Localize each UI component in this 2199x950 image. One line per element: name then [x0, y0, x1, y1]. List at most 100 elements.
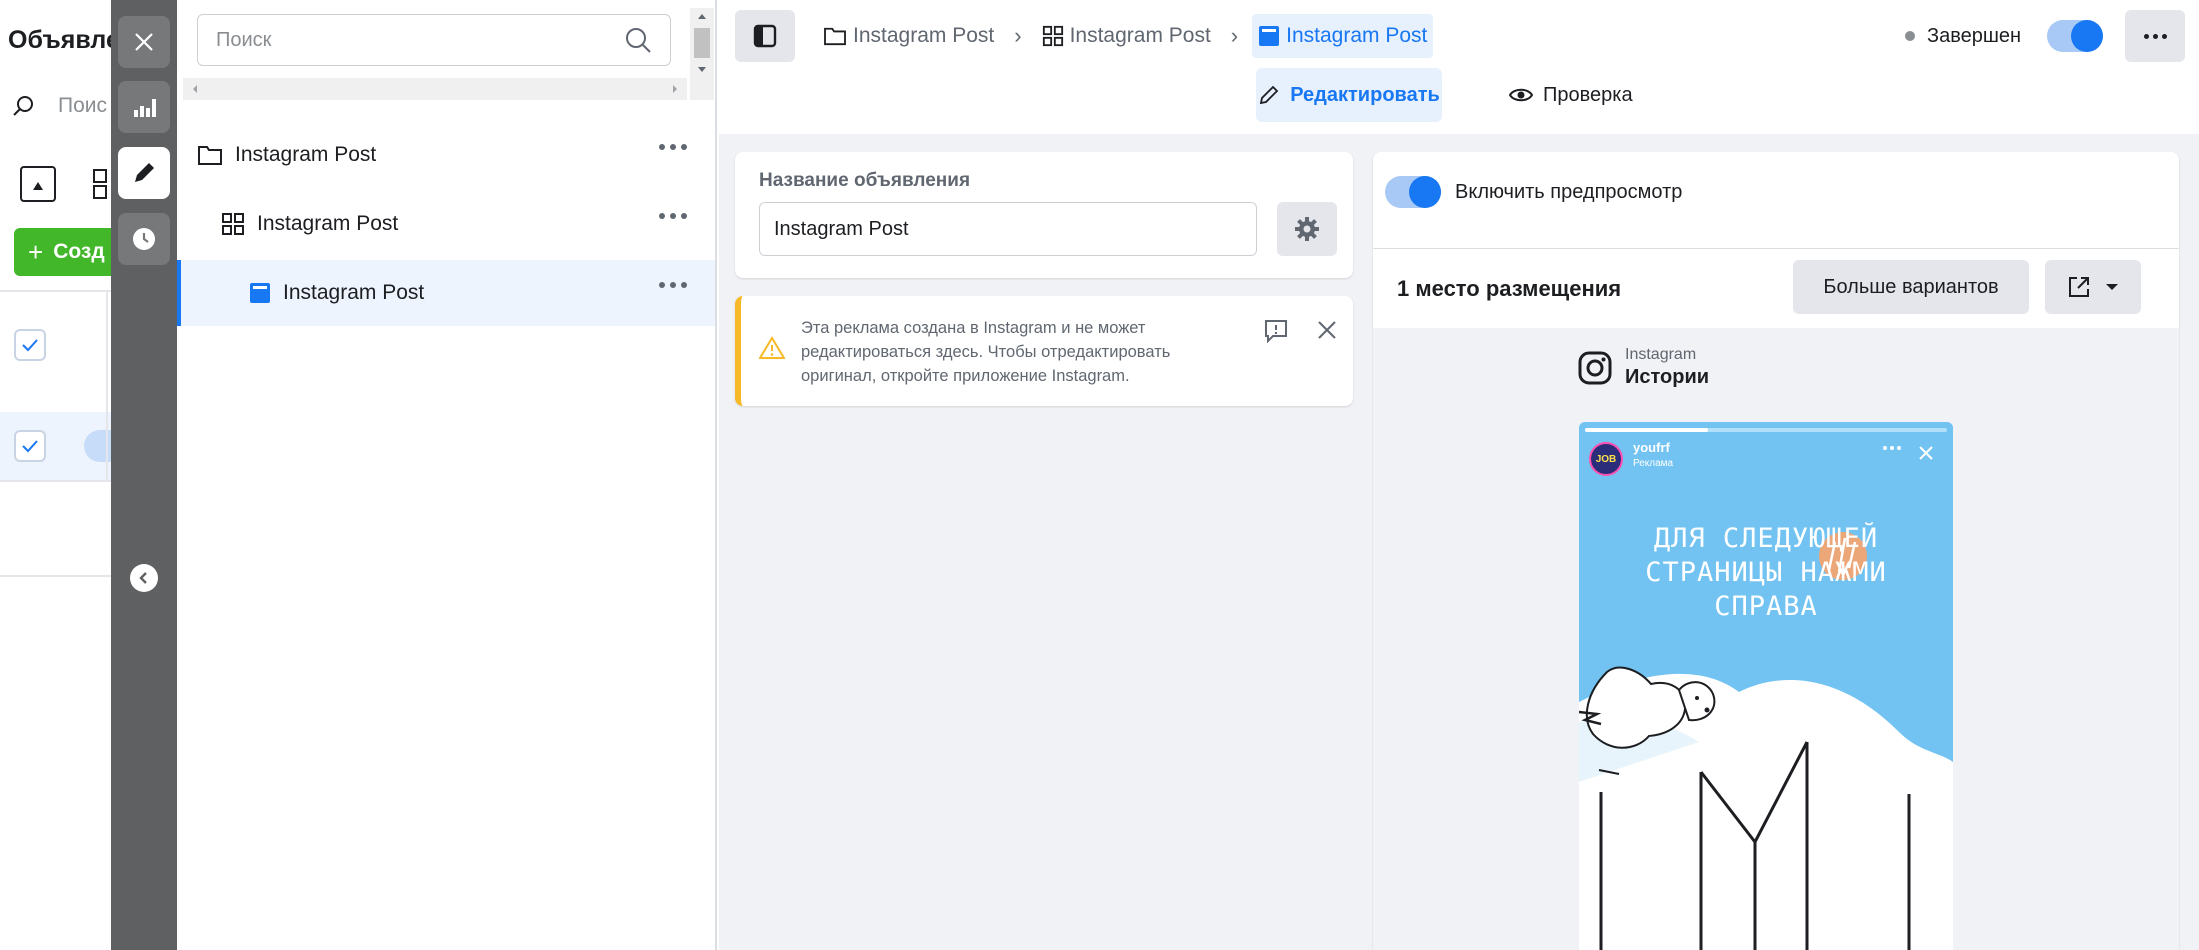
row-checkbox[interactable]	[14, 329, 46, 361]
pencil-icon	[1260, 85, 1279, 105]
ad-name-settings-button[interactable]	[1277, 202, 1337, 256]
edit-mode-label: Редактировать	[1290, 83, 1440, 106]
scroll-right-icon[interactable]	[667, 78, 683, 100]
ad-icon	[249, 282, 271, 304]
preview-toggle[interactable]	[1385, 176, 1441, 208]
tree-item-adset[interactable]: Instagram Post	[177, 191, 715, 257]
breadcrumb-label: Instagram Post	[853, 24, 995, 47]
check-icon	[22, 440, 38, 453]
sidebar-toggle-icon	[753, 24, 777, 48]
scroll-thumb[interactable]	[694, 28, 710, 58]
plus-icon: +	[28, 236, 44, 267]
edit-button[interactable]	[118, 147, 170, 199]
more-options-icon[interactable]	[659, 213, 687, 219]
tree-search-input[interactable]	[216, 28, 624, 52]
status-label: Завершен	[1927, 24, 2022, 47]
search-icon[interactable]	[624, 26, 652, 54]
background-search-placeholder: Поис	[58, 94, 108, 117]
tree-item-label: Instagram Post	[283, 281, 425, 304]
story-caption: Для следующей страницы нажми справа	[1579, 522, 1953, 624]
more-icon[interactable]	[1883, 446, 1901, 450]
tree-search-box[interactable]	[197, 14, 671, 66]
tree-item-label: Instagram Post	[235, 143, 377, 166]
review-mode-tab[interactable]: Проверка	[1509, 68, 1633, 122]
preview-body: Instagram Истории JOB youfrf Реклама ДЛЯ…	[1373, 328, 2179, 950]
scroll-up-icon[interactable]	[690, 8, 714, 24]
campaign-view-icon[interactable]	[20, 166, 56, 202]
scroll-left-icon[interactable]	[187, 78, 203, 100]
warning-text: Эта реклама создана в Instagram и не мож…	[801, 319, 1171, 385]
stats-button[interactable]	[118, 81, 170, 133]
ad-preview-card: Включить предпросмотр 1 место размещения…	[1373, 152, 2179, 950]
placement-header: Instagram Истории	[1577, 346, 1709, 389]
story-illustration	[1579, 532, 1953, 950]
breadcrumb-campaign[interactable]: Instagram Post	[817, 14, 1000, 58]
create-button[interactable]: + Созд	[14, 228, 112, 276]
more-options-button[interactable]: Больше вариантов	[1793, 260, 2029, 314]
placement-count: 1 место размещения	[1397, 276, 1622, 301]
background-search[interactable]: Поис	[12, 94, 107, 118]
close-icon	[135, 33, 153, 51]
edit-mode-tab[interactable]: Редактировать	[1256, 68, 1442, 122]
main-area: Instagram Post › Instagram Post › Instag…	[719, 0, 2199, 950]
caret-down-icon	[2106, 284, 2118, 290]
folder-icon	[824, 27, 846, 46]
ad-icon	[1259, 26, 1280, 46]
platform-name: Instagram	[1625, 346, 1697, 363]
report-icon[interactable]	[1263, 318, 1289, 344]
placement-name: Истории	[1625, 366, 1710, 388]
close-icon[interactable]	[1917, 444, 1935, 462]
chevron-left-icon	[139, 572, 147, 584]
background-ads-panel: Объявле Поис + Созд	[0, 0, 112, 950]
ad-name-input[interactable]	[759, 202, 1257, 256]
grid-icon	[221, 212, 245, 236]
close-icon[interactable]	[1315, 318, 1339, 342]
tree-item-label: Instagram Post	[257, 212, 399, 235]
story-caption-line: Для следующей	[1653, 523, 1879, 554]
story-username: youfrf	[1633, 440, 1670, 455]
bar-chart-icon	[134, 99, 156, 117]
toggle-knob	[2071, 20, 2104, 52]
ad-status: Завершен	[1905, 12, 2104, 60]
share-menu-button[interactable]	[2045, 260, 2141, 314]
tool-rail	[111, 0, 177, 950]
more-options-icon[interactable]	[659, 282, 687, 288]
more-actions-button[interactable]	[2125, 10, 2185, 62]
top-bar: Instagram Post › Instagram Post › Instag…	[719, 0, 2199, 134]
scroll-down-icon[interactable]	[690, 62, 714, 78]
toggle-sidebar-button[interactable]	[735, 10, 795, 62]
clock-icon	[133, 228, 155, 250]
eye-icon	[1509, 88, 1533, 102]
row-checkbox[interactable]	[14, 430, 46, 462]
gear-icon	[1295, 217, 1319, 241]
background-panel-title: Объявле	[8, 26, 112, 54]
preview-toggle-label: Включить предпросмотр	[1455, 180, 1683, 203]
tree-item-campaign[interactable]: Instagram Post	[177, 122, 715, 188]
avatar: JOB	[1589, 442, 1623, 476]
breadcrumb-ad[interactable]: Instagram Post	[1252, 14, 1434, 58]
tree-vertical-scrollbar[interactable]	[690, 8, 714, 100]
external-link-icon	[2069, 277, 2089, 297]
breadcrumb-adset[interactable]: Instagram Post	[1036, 14, 1217, 58]
folder-icon	[197, 144, 223, 166]
history-button[interactable]	[118, 213, 170, 265]
story-caption-line: страницы нажми	[1645, 557, 1887, 588]
breadcrumb-label: Instagram Post	[1286, 24, 1428, 47]
status-toggle[interactable]	[2047, 20, 2104, 52]
more-options-icon[interactable]	[659, 144, 687, 150]
toggle-knob	[1409, 176, 1441, 208]
more-icon	[2143, 33, 2149, 39]
collapse-button[interactable]	[130, 564, 158, 592]
grid-icon	[1042, 25, 1063, 47]
chevron-right-icon: ›	[1014, 23, 1022, 48]
close-panel-button[interactable]	[118, 16, 170, 68]
breadcrumb-label: Instagram Post	[1069, 24, 1211, 47]
review-mode-label: Проверка	[1543, 83, 1633, 106]
adset-view-icon[interactable]	[92, 166, 112, 202]
tree-item-ad[interactable]: Instagram Post	[177, 260, 715, 326]
story-preview: JOB youfrf Реклама Для следующей страниц…	[1579, 422, 1953, 950]
ad-name-card: Название объявления	[735, 152, 1353, 278]
story-sponsored-label: Реклама	[1633, 458, 1674, 469]
pencil-icon	[135, 163, 154, 182]
tree-horizontal-scrollbar[interactable]	[183, 78, 687, 100]
